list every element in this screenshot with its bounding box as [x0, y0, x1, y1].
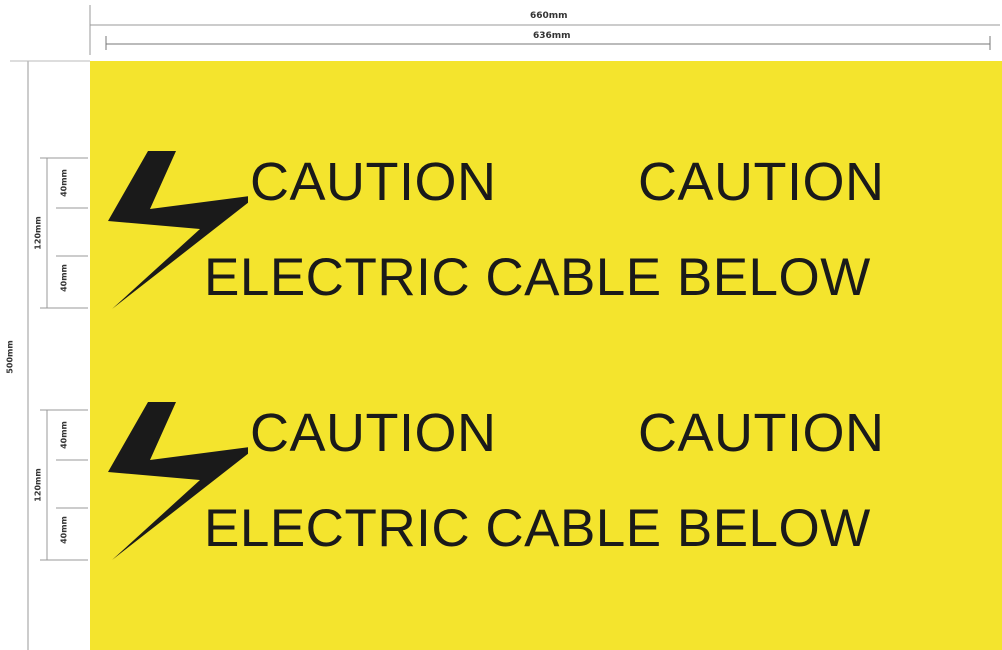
warning-band-2: CAUTION CAUTION ELECTRIC CABLE BELOW — [90, 402, 1002, 602]
warning-band-1: CAUTION CAUTION ELECTRIC CABLE BELOW — [90, 151, 1002, 351]
band-1-line-2-height-label: 40mm — [59, 264, 69, 292]
band-1-line-1-height-label: 40mm — [59, 169, 69, 197]
caution-sign-panel: CAUTION CAUTION ELECTRIC CABLE BELOW CAU… — [90, 61, 1002, 650]
overall-width-label: 660mm — [530, 11, 568, 21]
overall-height-label: 500mm — [5, 340, 15, 374]
band-2-height-label: 120mm — [33, 468, 43, 502]
band-1-height-label: 120mm — [33, 216, 43, 250]
inner-width-label: 636mm — [533, 31, 571, 41]
electric-cable-below-text: ELECTRIC CABLE BELOW — [204, 499, 871, 558]
caution-text: CAUTION — [250, 152, 497, 212]
caution-text: CAUTION — [250, 403, 497, 463]
band-2-line-1-height-label: 40mm — [59, 421, 69, 449]
caution-text: CAUTION — [638, 152, 885, 212]
electric-cable-below-text: ELECTRIC CABLE BELOW — [204, 248, 871, 307]
caution-text: CAUTION — [638, 403, 885, 463]
band-2-line-2-height-label: 40mm — [59, 516, 69, 544]
